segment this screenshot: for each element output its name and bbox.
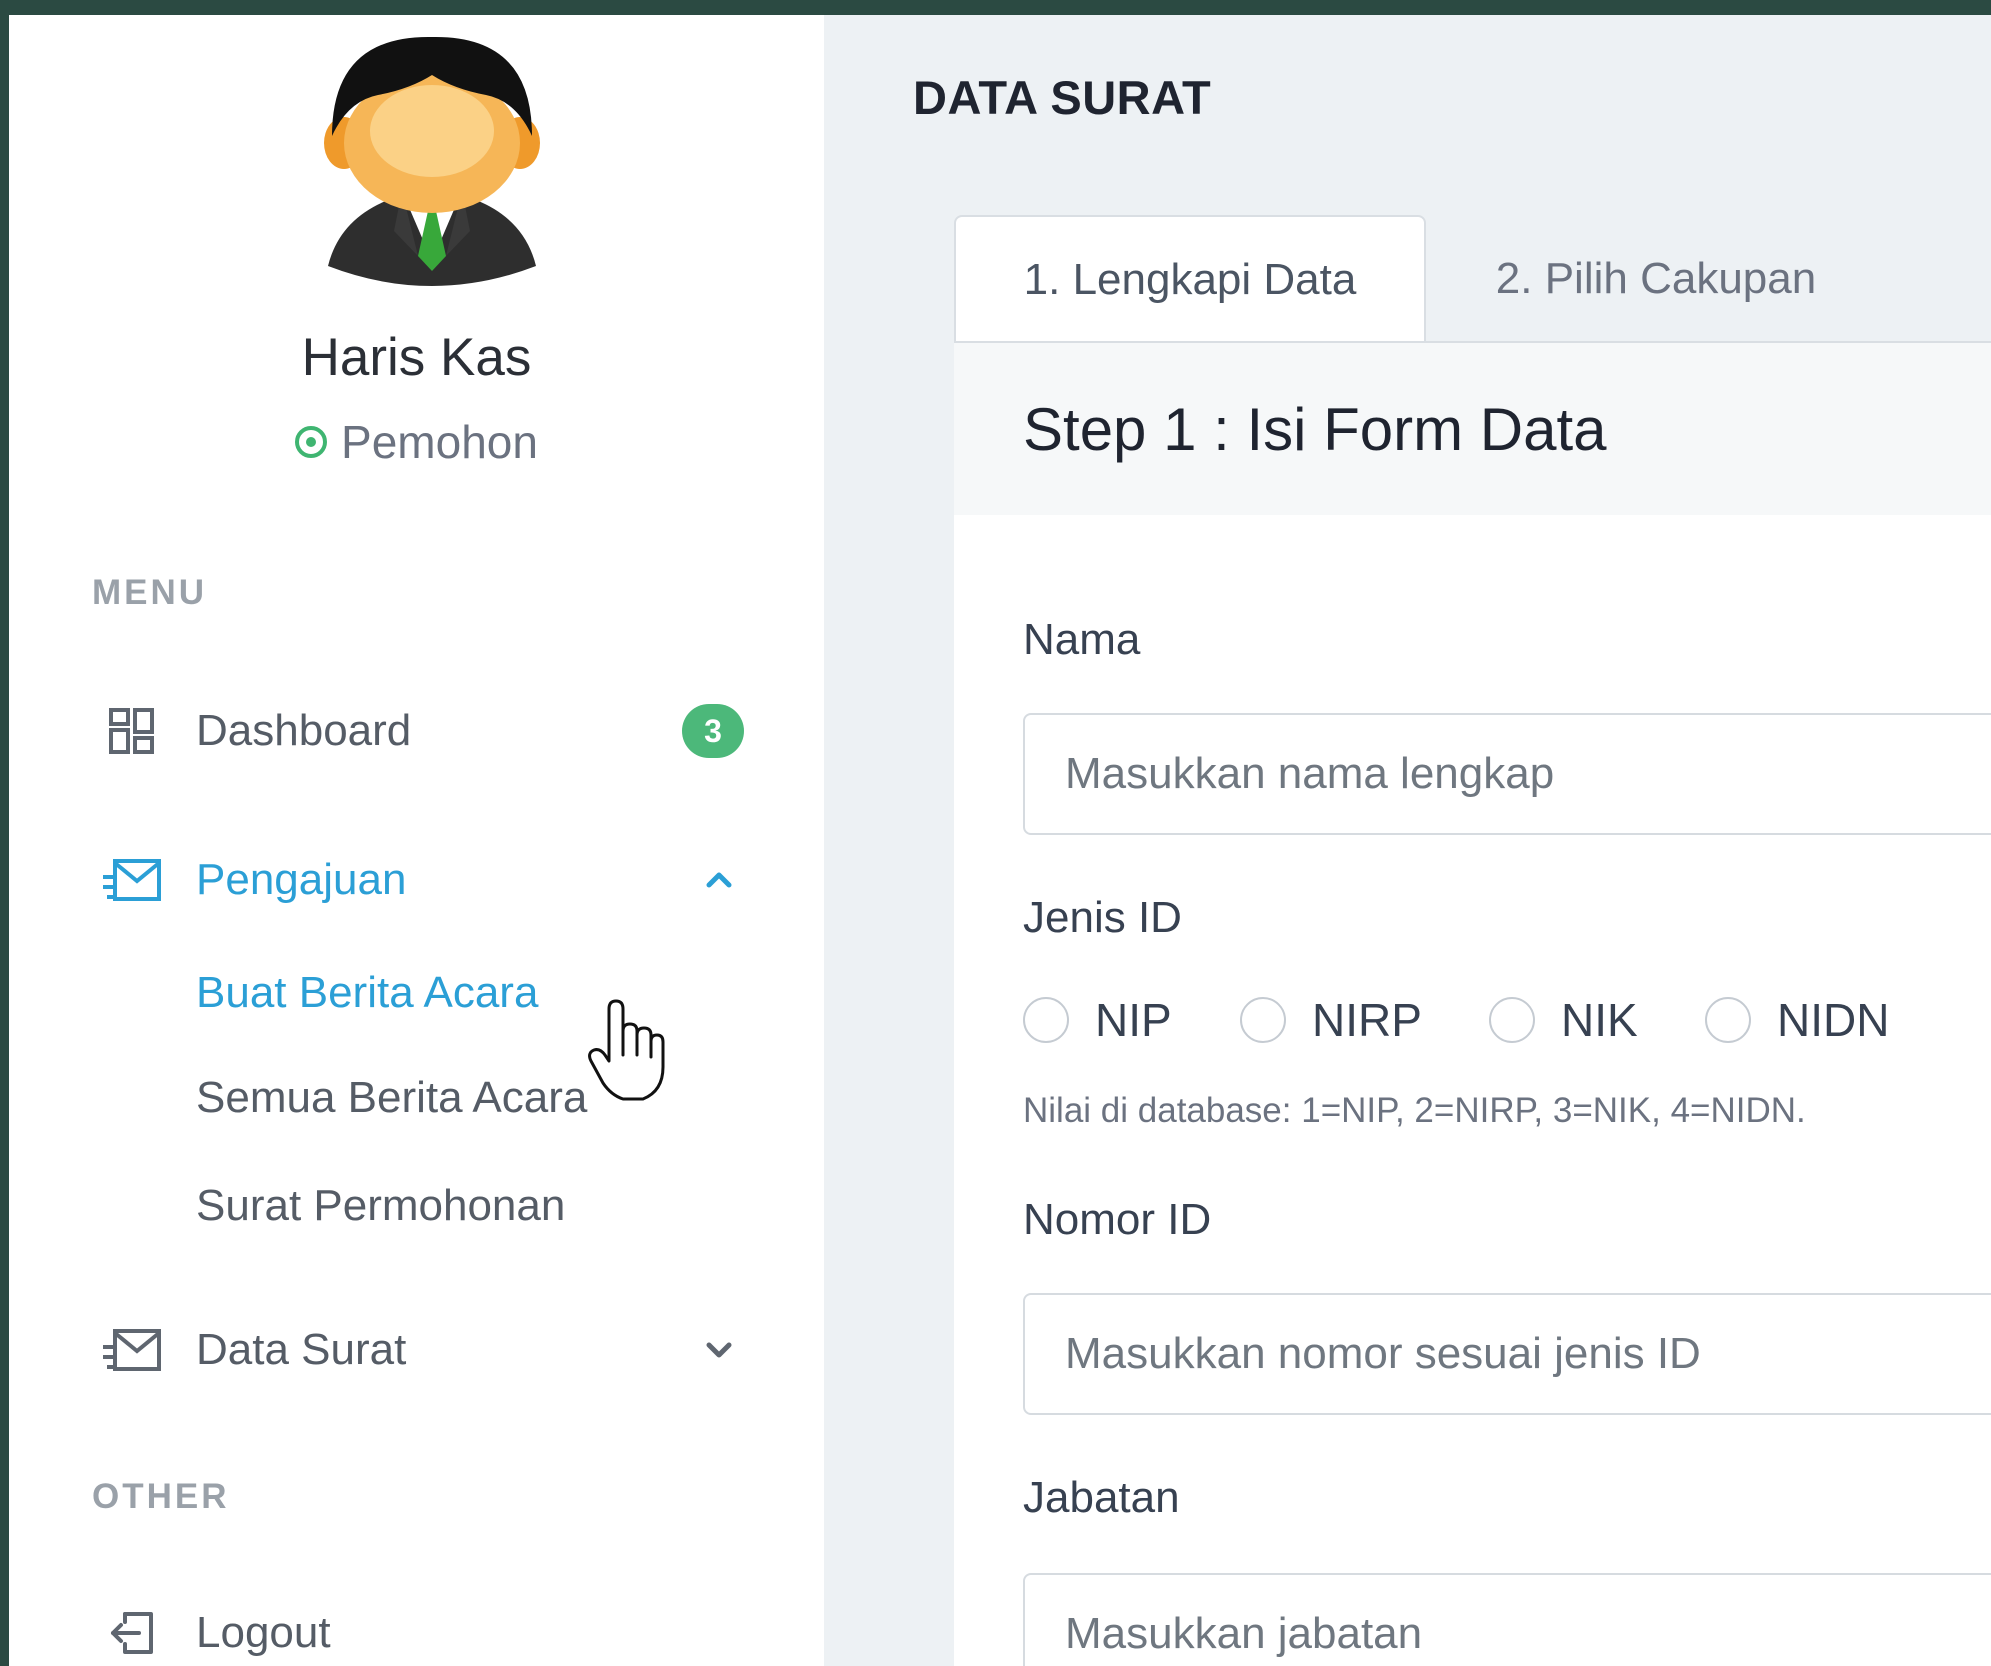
dashboard-icon (101, 700, 163, 762)
tab-pilih-cakupan[interactable]: 2. Pilih Cakupan (1426, 215, 1886, 343)
submenu-item-surat-permohonan[interactable]: Surat Permohonan (196, 1181, 565, 1231)
mail-icon (101, 1319, 163, 1381)
radio-label: NIRP (1312, 994, 1422, 1046)
sidebar-item-data-surat[interactable]: Data Surat (9, 1305, 824, 1395)
tab-lengkapi-data[interactable]: 1. Lengkapi Data (954, 215, 1426, 343)
radio-button[interactable] (1240, 997, 1286, 1043)
notification-badge: 3 (682, 704, 744, 758)
other-section-label: OTHER (92, 1477, 230, 1516)
user-avatar (324, 36, 540, 286)
radio-nip[interactable]: NIP (1023, 993, 1172, 1047)
jabatan-input[interactable] (1023, 1573, 1991, 1666)
submenu-item-buat-berita-acara[interactable]: Buat Berita Acara (196, 968, 538, 1018)
radio-button[interactable] (1023, 997, 1069, 1043)
chevron-down-icon[interactable] (699, 1335, 739, 1365)
chevron-up-icon[interactable] (699, 865, 739, 895)
jenis-id-helper-text: Nilai di database: 1=NIP, 2=NIRP, 3=NIK,… (1023, 1091, 1806, 1130)
form-card: Step 1 : Isi Form Data Nama Jenis ID NIP… (954, 343, 1991, 1666)
radio-label: NIDN (1777, 994, 1890, 1046)
jenis-id-label: Jenis ID (1023, 893, 1182, 942)
sidebar-item-dashboard[interactable]: Dashboard 3 (9, 686, 824, 776)
sidebar-item-label: Logout (196, 1608, 331, 1657)
step-title: Step 1 : Isi Form Data (1023, 396, 1607, 463)
nomor-id-label: Nomor ID (1023, 1195, 1212, 1244)
sidebar-item-label: Data Surat (196, 1325, 407, 1374)
main-content: DATA SURAT 1. Lengkapi Data 2. Pilih Cak… (824, 15, 1991, 1666)
card-header: Step 1 : Isi Form Data (954, 343, 1991, 515)
user-role-label: Pemohon (341, 416, 538, 468)
sidebar-item-label: Pengajuan (196, 855, 407, 904)
sidebar-item-label: Dashboard (196, 706, 412, 755)
nama-label: Nama (1023, 615, 1141, 664)
user-name: Haris Kas (301, 328, 532, 387)
nama-input[interactable] (1023, 713, 1991, 835)
radio-nirp[interactable]: NIRP (1240, 993, 1422, 1047)
radio-button[interactable] (1489, 997, 1535, 1043)
radio-nidn[interactable]: NIDN (1705, 993, 1889, 1047)
hand-cursor-icon (588, 999, 665, 1101)
menu-section-label: MENU (92, 573, 208, 612)
sidebar: Haris Kas Pemohon MENU Dashboard 3 Penga… (9, 15, 824, 1666)
status-icon (295, 425, 328, 458)
radio-button[interactable] (1705, 997, 1751, 1043)
page-title: DATA SURAT (913, 71, 1212, 124)
app-window: Haris Kas Pemohon MENU Dashboard 3 Penga… (9, 15, 1991, 1666)
mail-send-icon (101, 849, 163, 911)
radio-label: NIK (1561, 994, 1638, 1046)
radio-label: NIP (1095, 994, 1172, 1046)
jabatan-label: Jabatan (1023, 1473, 1180, 1522)
radio-nik[interactable]: NIK (1489, 993, 1638, 1047)
sidebar-item-logout[interactable]: Logout (9, 1588, 824, 1666)
user-role: Pemohon (9, 415, 824, 469)
submenu-item-semua-berita-acara[interactable]: Semua Berita Acara (196, 1073, 587, 1123)
logout-icon (101, 1602, 163, 1664)
nomor-id-input[interactable] (1023, 1293, 1991, 1415)
sidebar-item-pengajuan[interactable]: Pengajuan (9, 835, 824, 925)
